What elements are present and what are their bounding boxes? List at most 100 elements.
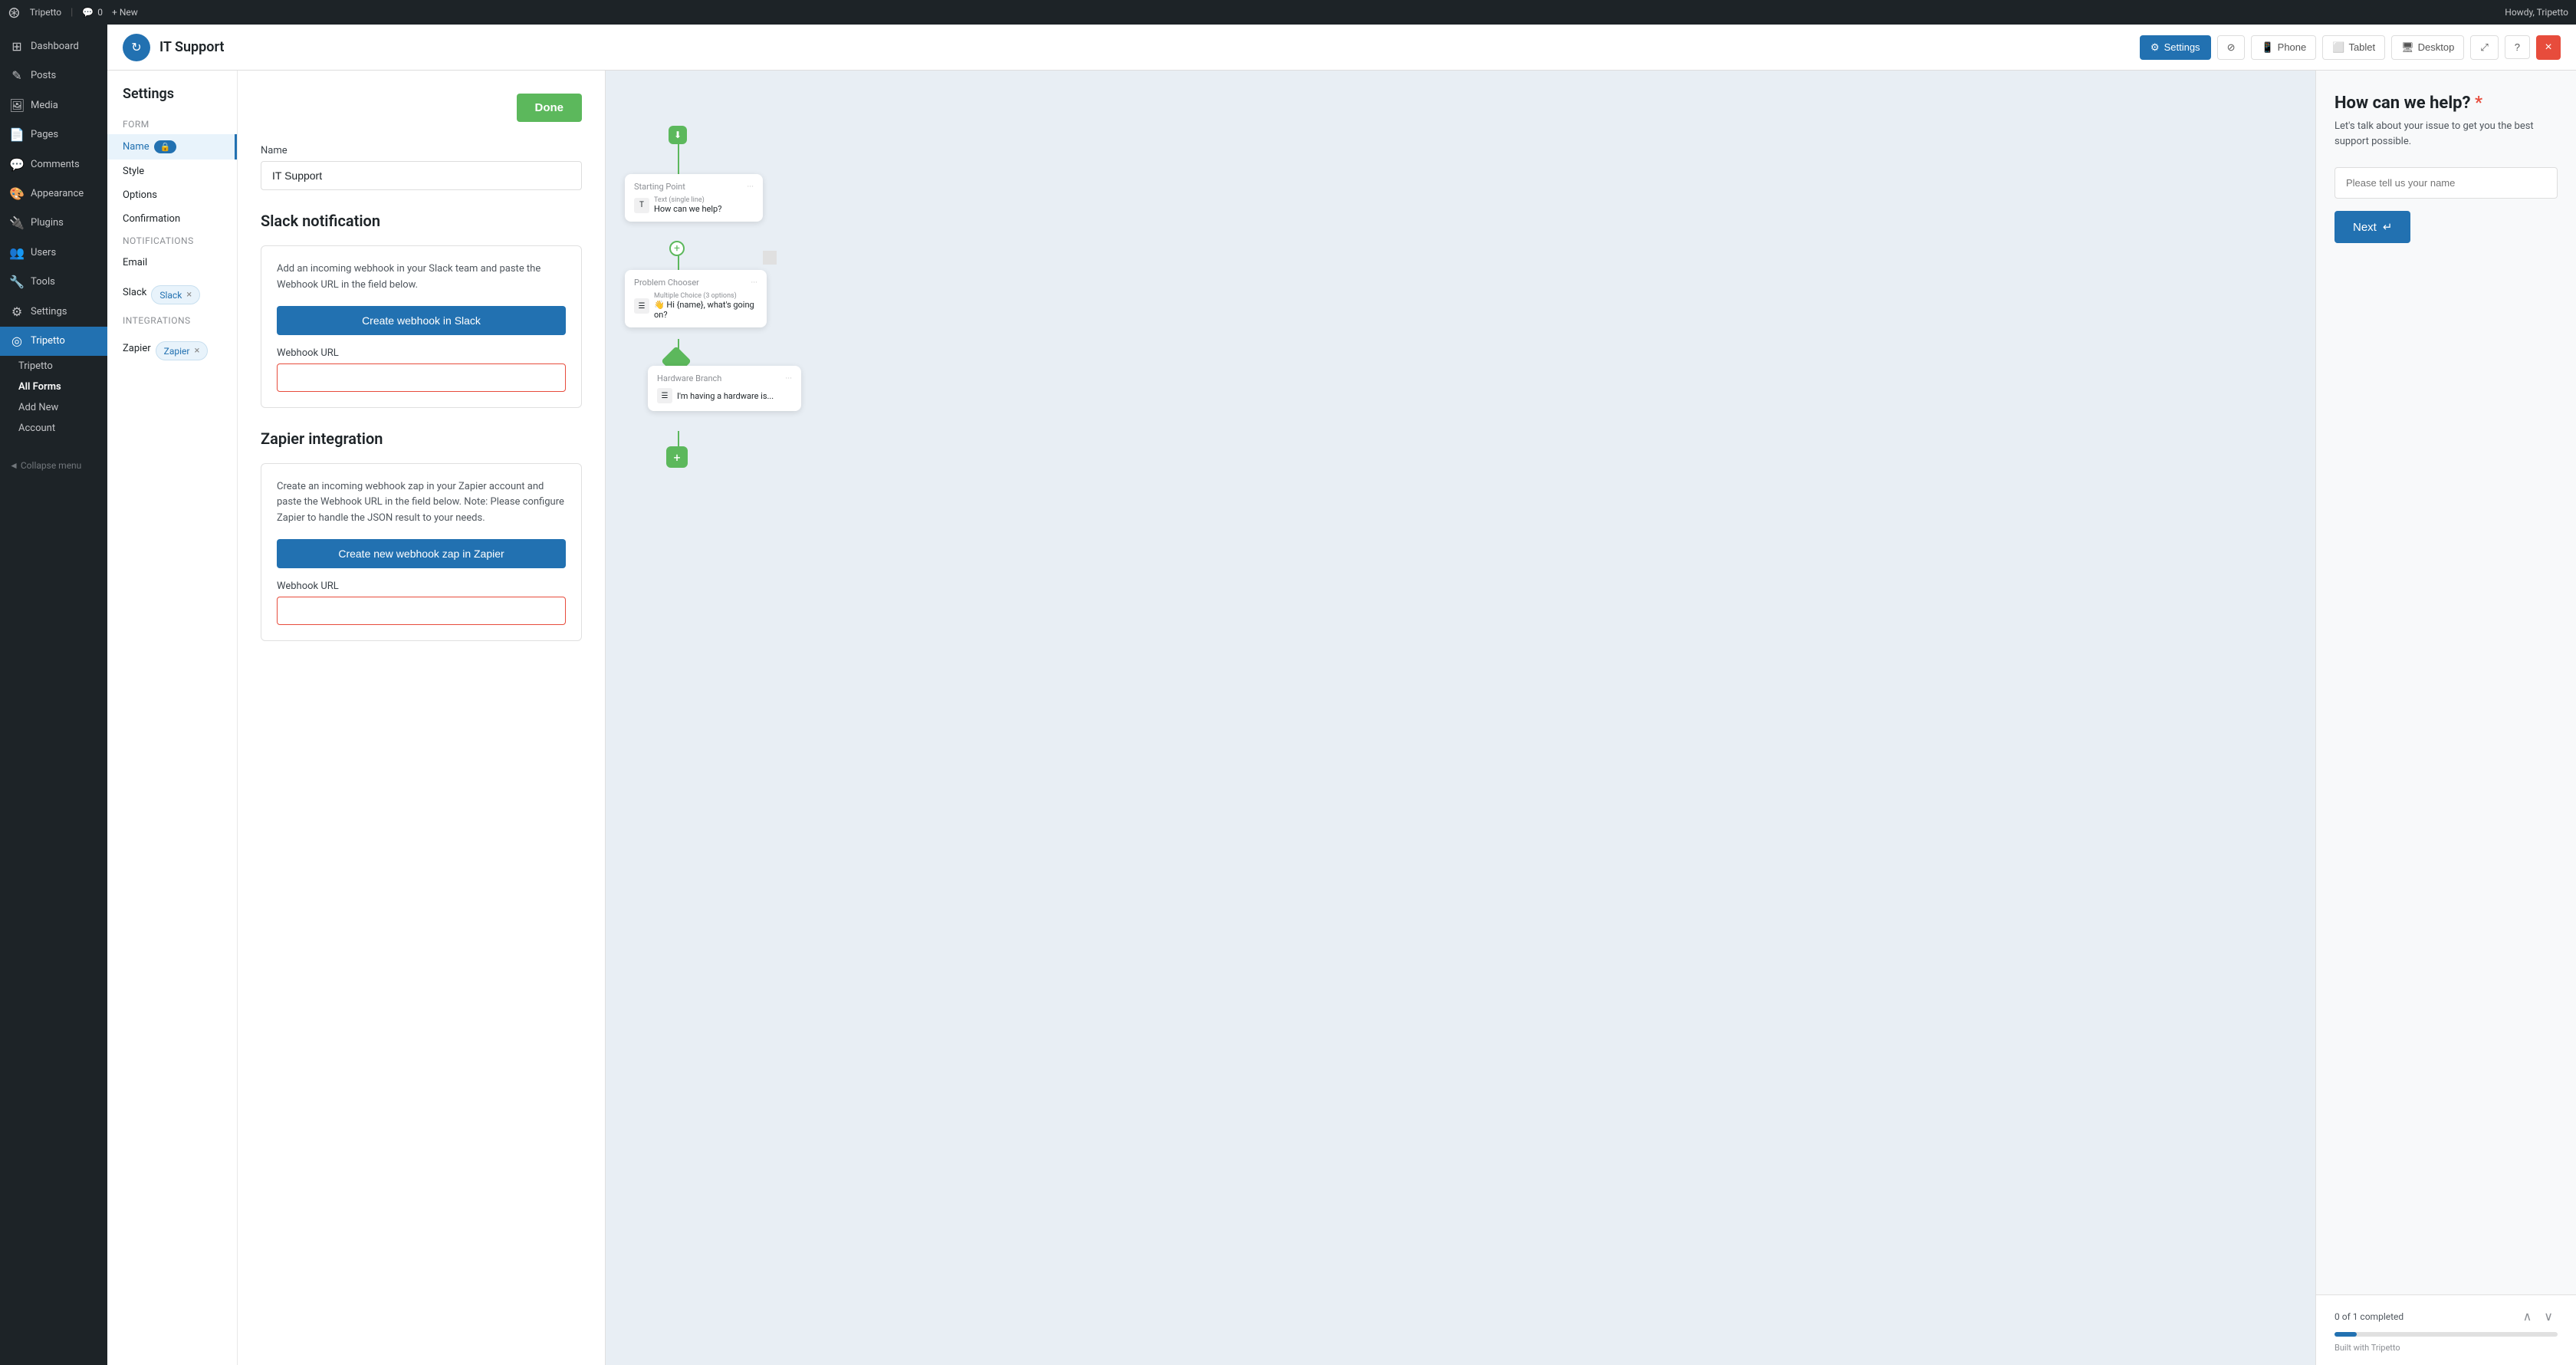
sidebar-sub-account[interactable]: Account: [0, 418, 107, 439]
sidebar-item-posts[interactable]: ✎ Posts: [0, 61, 107, 90]
sidebar-item-settings[interactable]: ⚙ Settings: [0, 298, 107, 327]
admin-bar-new[interactable]: + New: [112, 7, 138, 18]
sidebar-item-media[interactable]: 🖼 Media: [0, 91, 107, 120]
slack-tag: Slack ×: [151, 285, 200, 304]
nav-item-style[interactable]: Style: [107, 160, 237, 183]
sidebar-item-plugins[interactable]: 🔌 Plugins: [0, 209, 107, 238]
sidebar-sub-add-new[interactable]: Add New: [0, 397, 107, 418]
layout: ⊞ Dashboard ✎ Posts 🖼 Media 📄 Pages 💬 Co…: [0, 25, 2576, 1365]
nav-item-confirmation[interactable]: Confirmation: [107, 207, 237, 231]
desktop-view-button[interactable]: 🖥 Desktop: [2391, 35, 2464, 60]
main-content: ↻ IT Support ⚙ Settings ⊘ 📱 Phone ⬜ Tabl…: [107, 25, 2576, 1365]
close-button[interactable]: ×: [2536, 35, 2561, 60]
notifications-section-label: Notifications: [107, 231, 237, 251]
phone-view-button[interactable]: 📱 Phone: [2251, 35, 2316, 60]
next-arrow-button[interactable]: ∨: [2539, 1307, 2558, 1326]
progress-info: 0 of 1 completed ∧ ∨: [2334, 1307, 2558, 1326]
create-zapier-webhook-button[interactable]: Create new webhook zap in Zapier: [277, 539, 566, 568]
sidebar-item-tools[interactable]: 🔧 Tools: [0, 268, 107, 297]
flow-node-hardware-branch[interactable]: Hardware Branch ··· ☰ I'm having a hardw…: [648, 366, 801, 411]
sidebar-item-pages[interactable]: 📄 Pages: [0, 120, 107, 150]
preview-nav-arrows: ∧ ∨: [2518, 1307, 2558, 1326]
editor-form-icon: ↻: [123, 34, 150, 61]
admin-bar: ⊛ Tripetto | 💬 0 + New Howdy, Tripetto: [0, 0, 2576, 25]
sidebar-collapse-button[interactable]: ◄ Collapse menu: [0, 454, 107, 477]
nav-item-options[interactable]: Options: [107, 183, 237, 207]
email-label: Email: [123, 257, 147, 268]
sidebar-item-comments[interactable]: 💬 Comments: [0, 150, 107, 179]
flow-hardware-field-icon: ☰: [657, 388, 672, 403]
preview-subtitle: Let's talk about your issue to get you t…: [2334, 119, 2558, 149]
slack-desc: Add an incoming webhook in your Slack te…: [277, 261, 566, 294]
sidebar-item-users[interactable]: 👥 Users: [0, 238, 107, 268]
sidebar: ⊞ Dashboard ✎ Posts 🖼 Media 📄 Pages 💬 Co…: [0, 25, 107, 1365]
tablet-view-button[interactable]: ⬜ Tablet: [2322, 35, 2385, 60]
next-button[interactable]: Next ↵: [2334, 211, 2410, 243]
nav-item-email[interactable]: Email: [107, 251, 237, 275]
users-icon: 👥: [9, 245, 25, 261]
preview-question: How can we help? *: [2334, 94, 2558, 113]
preview-content: How can we help? * Let's talk about your…: [2316, 71, 2576, 1294]
close-icon: ×: [2545, 41, 2551, 54]
disable-view-button[interactable]: ⊘: [2217, 35, 2246, 60]
settings-nav-header: Settings: [107, 86, 237, 114]
create-slack-webhook-button[interactable]: Create webhook in Slack: [277, 306, 566, 335]
comments-icon: 💬: [82, 7, 94, 18]
wp-logo-icon[interactable]: ⊛: [8, 3, 21, 21]
prev-arrow-button[interactable]: ∧: [2518, 1307, 2537, 1326]
confirmation-label: Confirmation: [123, 213, 180, 225]
sidebar-item-tripetto[interactable]: ◎ Tripetto: [0, 327, 107, 356]
slack-webhook-input[interactable]: [277, 363, 566, 392]
zapier-desc: Create an incoming webhook zap in your Z…: [277, 479, 566, 527]
flow-node-problem-chooser[interactable]: Problem Chooser ··· ☰ Multiple Choice (3…: [625, 270, 767, 327]
flow-node-title: Starting Point ···: [634, 182, 754, 192]
flow-start-node: ⬇: [669, 126, 687, 144]
flow-hardware-menu-icon[interactable]: ···: [785, 373, 792, 383]
flow-add-after-start[interactable]: +: [669, 241, 685, 256]
slack-remove-icon[interactable]: ×: [186, 289, 192, 301]
dashboard-icon: ⊞: [9, 38, 25, 55]
refresh-icon: ↻: [131, 40, 141, 54]
slack-section-title: Slack notification: [261, 212, 582, 230]
zapier-integration-box: Create an incoming webhook zap in your Z…: [261, 463, 582, 641]
disable-icon: ⊘: [2227, 41, 2236, 54]
sidebar-item-dashboard[interactable]: ⊞ Dashboard: [0, 32, 107, 61]
admin-bar-comments[interactable]: 💬 0: [82, 7, 103, 18]
done-button[interactable]: Done: [517, 94, 583, 122]
expand-icon: ⤢: [2480, 41, 2488, 54]
help-button[interactable]: ?: [2505, 35, 2530, 59]
admin-bar-howdy: Howdy, Tripetto: [2505, 7, 2568, 18]
site-name: Tripetto: [30, 7, 61, 18]
sidebar-item-appearance[interactable]: 🎨 Appearance: [0, 179, 107, 209]
flow-node-starting-point[interactable]: Starting Point ··· T Text (single line) …: [625, 174, 763, 222]
name-input[interactable]: [261, 161, 582, 190]
flow-node-menu-icon[interactable]: ···: [747, 182, 754, 192]
sidebar-sub-all-forms[interactable]: All Forms: [0, 377, 107, 397]
flow-bottom-add-node[interactable]: +: [666, 446, 688, 468]
name-label: Name: [123, 141, 150, 153]
flow-problem-menu-icon[interactable]: ···: [751, 278, 757, 288]
flow-node-field-icon: T: [634, 198, 649, 213]
preview-name-input[interactable]: [2334, 167, 2558, 199]
flow-canvas[interactable]: ⬇ Starting Point ··· T Text (single line…: [606, 71, 2315, 1365]
admin-bar-site[interactable]: Tripetto: [30, 7, 61, 18]
expand-button[interactable]: ⤢: [2470, 35, 2498, 60]
media-icon: 🖼: [9, 97, 25, 114]
zapier-tag: Zapier ×: [156, 341, 209, 360]
tripetto-icon: ◎: [9, 333, 25, 350]
nav-item-name[interactable]: Name 🔒: [107, 134, 237, 160]
slack-integration-box: Add an incoming webhook in your Slack te…: [261, 245, 582, 408]
sidebar-sub-tripetto[interactable]: Tripetto: [0, 356, 107, 377]
nav-item-zapier[interactable]: Zapier Zapier ×: [107, 331, 237, 367]
nav-item-slack[interactable]: Slack Slack ×: [107, 275, 237, 311]
zapier-webhook-input[interactable]: [277, 597, 566, 625]
zapier-remove-icon[interactable]: ×: [194, 345, 199, 357]
flow-area: ⬇ Starting Point ··· T Text (single line…: [606, 71, 2315, 1365]
editor-actions: ⚙ Settings ⊘ 📱 Phone ⬜ Tablet 🖥 Desktop: [2140, 35, 2561, 60]
appearance-icon: 🎨: [9, 186, 25, 202]
slack-webhook-label: Webhook URL: [277, 347, 566, 359]
form-section-label: Form: [107, 114, 237, 134]
zapier-section-title: Zapier integration: [261, 429, 582, 448]
flow-problem-field-icon: ☰: [634, 298, 649, 314]
settings-button[interactable]: ⚙ Settings: [2140, 35, 2211, 60]
